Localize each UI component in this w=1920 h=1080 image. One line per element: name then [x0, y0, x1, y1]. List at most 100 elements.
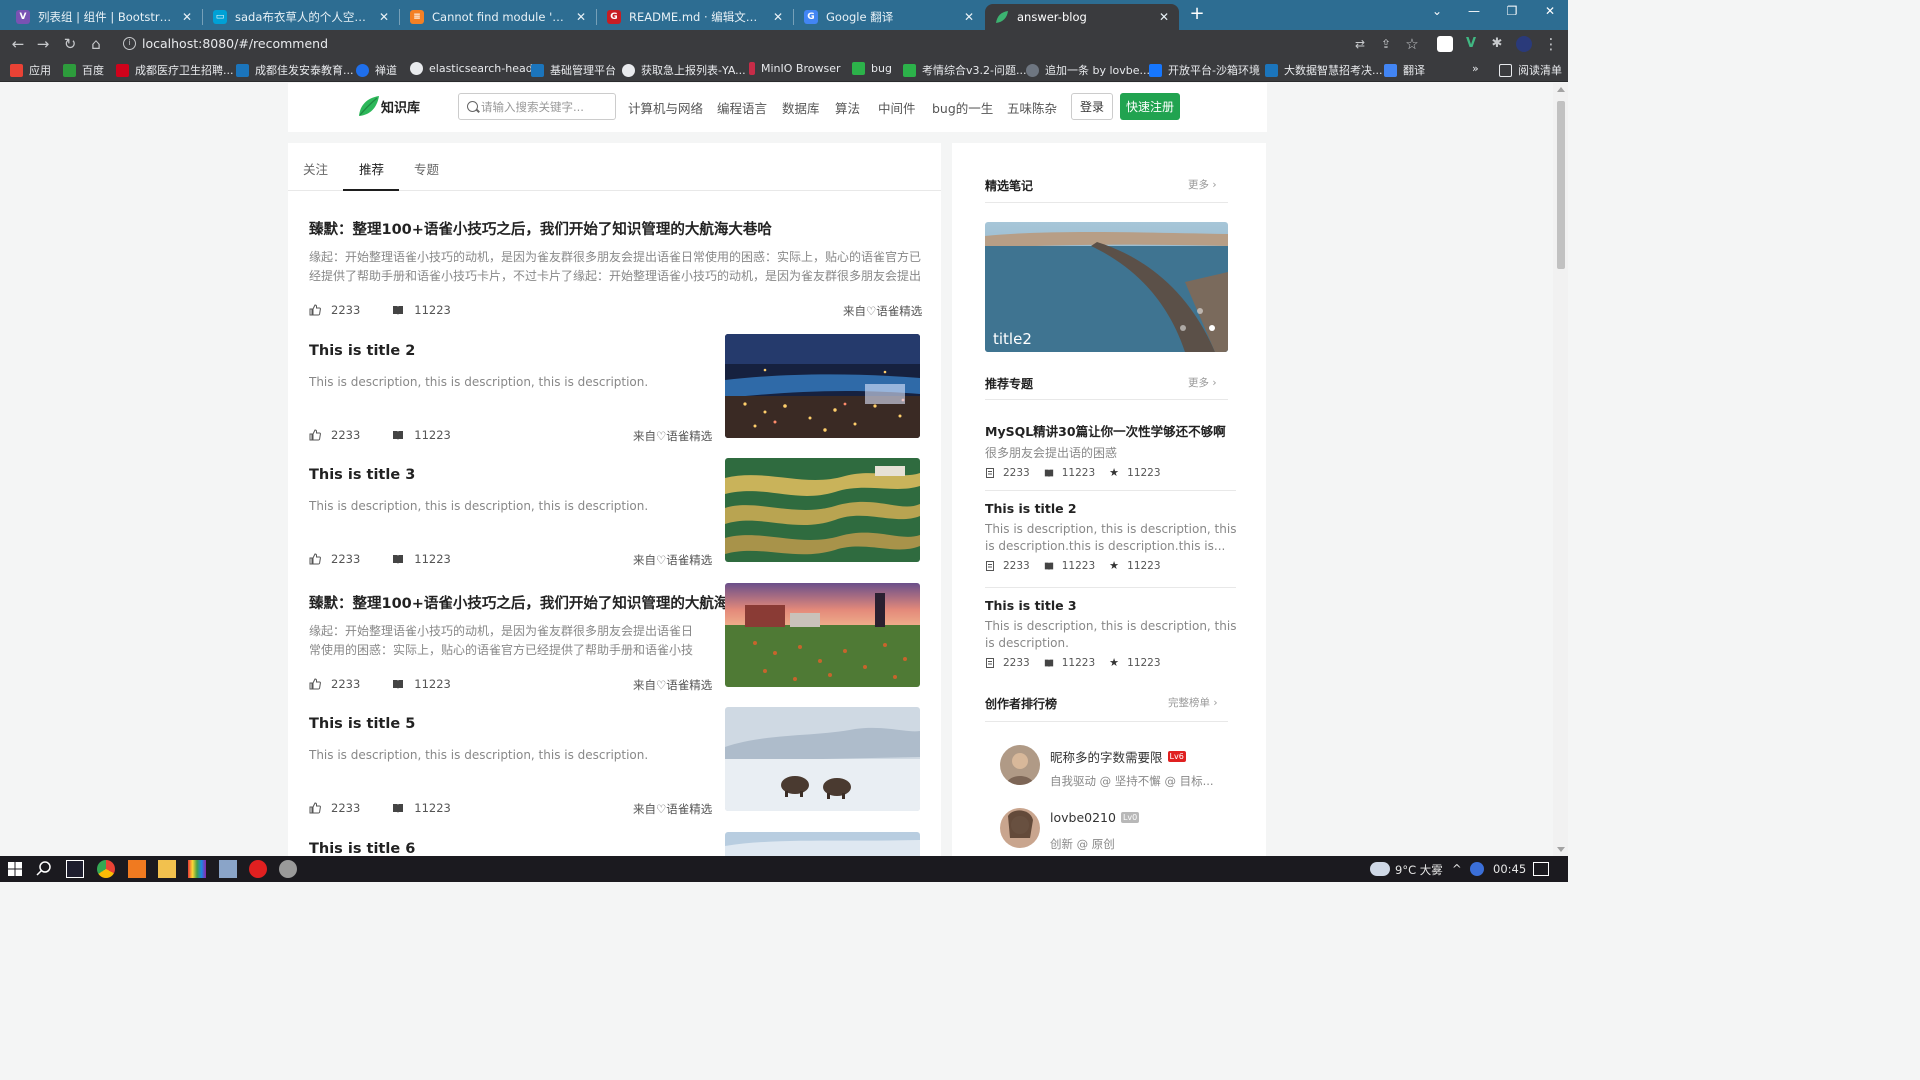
author-item[interactable]: lovbe0210 Lv0 创新 @ 原创	[1000, 808, 1230, 856]
carousel-indicator[interactable]	[1180, 325, 1186, 331]
article-item[interactable]: This is title 6	[309, 832, 921, 856]
back-icon[interactable]: ←	[8, 34, 28, 54]
login-button[interactable]: 登录	[1071, 93, 1113, 120]
close-icon[interactable]: ✕	[377, 10, 391, 24]
nav-middleware[interactable]: 中间件	[878, 98, 916, 117]
avatar[interactable]	[1000, 808, 1040, 848]
article-source[interactable]: 来自♡语雀精选	[633, 801, 712, 817]
menu-icon[interactable]: ⋮	[1541, 34, 1561, 54]
article-source[interactable]: 来自♡语雀精选	[633, 552, 712, 568]
star-icon[interactable]: ★	[1109, 657, 1119, 668]
close-icon[interactable]: ✕	[771, 10, 785, 24]
topic-item[interactable]: MySQL精讲30篇让你一次性学够还不够啊 很多朋友会提出语的困惑 2233 1…	[985, 421, 1237, 479]
browser-tab[interactable]: V 列表组 | 组件 | BootstrapVue ✕	[6, 4, 202, 30]
xmind-icon[interactable]	[128, 860, 146, 878]
author-item[interactable]: 昵称多的字数需要限 Lv6 自我驱动 @ 坚持不懈 @ 目标...	[1000, 745, 1230, 795]
close-icon[interactable]: ✕	[1157, 10, 1171, 24]
nav-database[interactable]: 数据库	[782, 98, 820, 117]
article-title[interactable]: 臻默：整理100+语雀小技巧之后，我们开始了知识管理的大航海	[309, 592, 728, 613]
bookmark-item[interactable]: 追加一条 by lovbe...	[1026, 62, 1150, 78]
reload-icon[interactable]: ↻	[60, 34, 80, 54]
topic-item[interactable]: This is title 3 This is description, thi…	[985, 598, 1237, 669]
close-icon[interactable]: ✕	[962, 10, 976, 24]
nav-computer-network[interactable]: 计算机与网络	[628, 98, 703, 117]
topic-title[interactable]: This is title 3	[985, 598, 1237, 613]
remote-desktop-icon[interactable]	[219, 860, 237, 878]
bookmark-item[interactable]: 禅道	[356, 62, 397, 78]
browser-tab[interactable]: ≡ Cannot find module 'gifsicle' f ✕	[400, 4, 596, 30]
bookmark-item[interactable]: 翻译	[1384, 62, 1425, 78]
nav-bug-life[interactable]: bug的一生	[932, 98, 993, 117]
author-name[interactable]: lovbe0210 Lv0	[1050, 810, 1140, 825]
thumbs-up-icon[interactable]	[309, 304, 321, 316]
nav-algorithms[interactable]: 算法	[835, 98, 860, 117]
forward-icon[interactable]: →	[33, 34, 53, 54]
bookmark-star-icon[interactable]: ☆	[1402, 34, 1422, 54]
topics-more-link[interactable]: 更多 ›	[1188, 375, 1217, 390]
article-title[interactable]: 臻默：整理100+语雀小技巧之后，我们开始了知识管理的大航海大巷哈	[309, 218, 772, 239]
article-title[interactable]: This is title 2	[309, 343, 415, 359]
tray-chevron-icon[interactable]: ^	[1452, 862, 1462, 876]
close-icon[interactable]: ✕	[180, 10, 194, 24]
tab-recommend[interactable]: 推荐	[359, 159, 384, 178]
restore-button[interactable]: ❐	[1502, 4, 1522, 18]
search-input[interactable]: 请输入搜索关键字...	[458, 93, 616, 120]
nav-miscellaneous[interactable]: 五味陈杂	[1007, 98, 1057, 117]
extensions-puzzle-icon[interactable]: ✱	[1487, 34, 1507, 54]
bookmark-item[interactable]: elasticsearch-head	[410, 62, 533, 75]
vue-devtools-icon[interactable]: V	[1461, 34, 1481, 54]
register-button[interactable]: 快速注册	[1120, 93, 1180, 120]
featured-carousel[interactable]: title2	[985, 222, 1228, 352]
color-app-icon[interactable]	[188, 860, 206, 878]
article-title[interactable]: This is title 5	[309, 716, 415, 732]
clock-time[interactable]: 00:45	[1493, 862, 1526, 876]
app-icon[interactable]	[279, 860, 297, 878]
article-source[interactable]: 来自♡语雀精选	[843, 303, 922, 319]
close-window-button[interactable]: ✕	[1540, 4, 1560, 18]
new-tab-button[interactable]: +	[1186, 5, 1208, 25]
browser-tab[interactable]: G Google 翻译 ✕	[794, 4, 984, 30]
translate-icon[interactable]: ⇄	[1350, 34, 1370, 54]
chrome-icon[interactable]	[97, 860, 115, 878]
bookmark-item[interactable]: 基础管理平台	[531, 62, 616, 78]
bookmark-item[interactable]: 开放平台-沙箱环境	[1149, 62, 1260, 78]
article-source[interactable]: 来自♡语雀精选	[633, 428, 712, 444]
tray-app-icon[interactable]	[1470, 862, 1484, 876]
close-icon[interactable]: ✕	[574, 10, 588, 24]
scrollbar-thumb[interactable]	[1557, 101, 1565, 269]
article-thumbnail[interactable]	[725, 707, 920, 811]
bookmark-item[interactable]: 成都佳发安泰教育...	[236, 62, 354, 78]
browser-tab-active[interactable]: answer-blog ✕	[985, 4, 1179, 30]
file-explorer-icon[interactable]	[158, 860, 176, 878]
author-name[interactable]: 昵称多的字数需要限 Lv6	[1050, 747, 1186, 766]
tab-topics[interactable]: 专题	[414, 159, 439, 178]
browser-tab[interactable]: G README.md · 编辑文件 · 布衣草 ✕	[597, 4, 793, 30]
home-icon[interactable]: ⌂	[86, 34, 106, 54]
share-icon[interactable]: ⇪	[1376, 34, 1396, 54]
article-item[interactable]: 臻默：整理100+语雀小技巧之后，我们开始了知识管理的大航海 缘起：开始整理语雀…	[309, 583, 921, 702]
windows-start-icon[interactable]	[6, 860, 24, 878]
extension-icon[interactable]	[1437, 36, 1453, 52]
bookmark-item[interactable]: 成都医疗卫生招聘...	[116, 62, 234, 78]
bookmark-item[interactable]: MinIO Browser	[749, 62, 841, 75]
carousel-indicator[interactable]	[1197, 308, 1203, 314]
article-item[interactable]: This is title 3 This is description, thi…	[309, 458, 921, 577]
search-icon[interactable]	[35, 860, 53, 878]
intellij-icon[interactable]	[66, 860, 84, 878]
bookmark-item[interactable]: bug	[852, 62, 892, 75]
article-thumbnail[interactable]	[725, 832, 920, 856]
thumbs-up-icon[interactable]	[309, 678, 321, 690]
browser-tab[interactable]: ▭ sada布衣草人的个人空间_哔哩哔哩 ✕	[203, 4, 399, 30]
address-bar[interactable]: i localhost:8080/#/recommend	[115, 32, 1435, 56]
topic-title[interactable]: MySQL精讲30篇让你一次性学够还不够啊	[985, 421, 1237, 440]
article-item[interactable]: This is title 2 This is description, thi…	[309, 334, 921, 453]
topic-item[interactable]: This is title 2 This is description, thi…	[985, 501, 1237, 572]
bookmark-item[interactable]: 应用	[10, 62, 51, 78]
tab-following[interactable]: 关注	[303, 159, 328, 178]
minimize-button[interactable]: —	[1464, 4, 1484, 18]
bookmark-item[interactable]: 考情综合v3.2-问题...	[903, 62, 1026, 78]
nav-programming-languages[interactable]: 编程语言	[717, 98, 767, 117]
thumbs-up-icon[interactable]	[309, 802, 321, 814]
star-icon[interactable]: ★	[1109, 467, 1119, 478]
thumbs-up-icon[interactable]	[309, 429, 321, 441]
